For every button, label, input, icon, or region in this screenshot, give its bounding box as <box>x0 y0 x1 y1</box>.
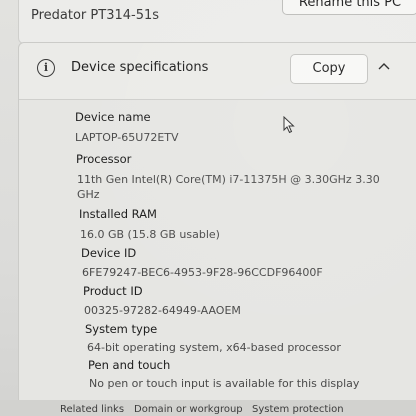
device-specifications-header[interactable]: i Device specifications Copy <box>19 43 416 100</box>
device-model: Predator PT314-51s <box>31 8 160 23</box>
device-specifications-title: Device specifications <box>71 60 209 75</box>
system-protection-link[interactable]: System protection <box>252 404 344 415</box>
processor-label: Processor <box>76 152 132 166</box>
info-icon: i <box>37 59 55 77</box>
product-id-label: Product ID <box>83 284 143 298</box>
product-id-value: 00325-97282-64949-AAOEM <box>84 304 241 317</box>
chevron-up-icon[interactable] <box>377 60 391 74</box>
device-id-value: 6FE79247-BEC6-4953-9F28-96CCDF96400F <box>82 266 323 279</box>
system-type-value: 64-bit operating system, x64-based proce… <box>87 341 341 354</box>
related-links-bar: Related links Domain or workgroup System… <box>0 400 416 416</box>
screen: Predator PT314-51s Rename this PC i Devi… <box>0 0 416 416</box>
device-name-card: Predator PT314-51s Rename this PC <box>18 0 416 44</box>
installed-ram-label: Installed RAM <box>79 207 157 221</box>
device-specifications-card: i Device specifications Copy Device name… <box>18 42 416 416</box>
system-type-label: System type <box>85 322 158 336</box>
processor-value: 11th Gen Intel(R) Core(TM) i7-11375H @ 3… <box>77 173 380 186</box>
pen-and-touch-value: No pen or touch input is available for t… <box>89 377 360 390</box>
mouse-cursor-icon <box>283 116 295 134</box>
copy-button[interactable]: Copy <box>290 54 368 84</box>
rename-pc-button[interactable]: Rename this PC <box>282 0 416 15</box>
processor-value-continued: GHz <box>77 188 100 201</box>
related-links-label: Related links <box>60 404 125 415</box>
device-id-label: Device ID <box>81 246 137 260</box>
device-name-label: Device name <box>75 110 151 124</box>
device-name-value: LAPTOP-65U72ETV <box>75 131 179 144</box>
domain-workgroup-link[interactable]: Domain or workgroup <box>134 404 243 415</box>
installed-ram-value: 16.0 GB (15.8 GB usable) <box>80 228 220 241</box>
pen-and-touch-label: Pen and touch <box>88 358 171 372</box>
